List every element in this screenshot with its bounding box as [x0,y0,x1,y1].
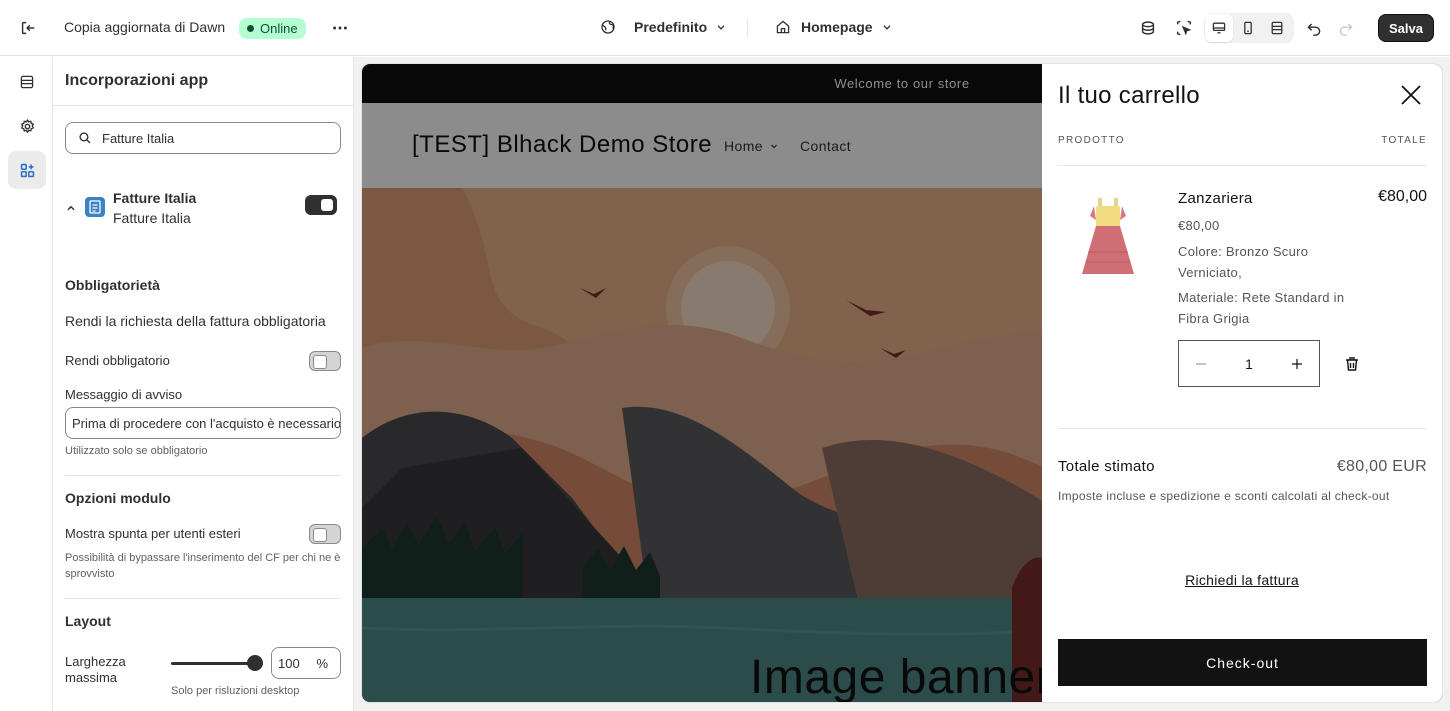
estimated-total-value: €80,00 EUR [1336,458,1427,475]
close-icon[interactable] [1400,84,1422,111]
app-embed-icon[interactable] [1134,14,1162,42]
estimated-total-label: Totale stimato [1058,458,1155,475]
warning-message-field[interactable]: Prima di procedere con l'acquisto è nece… [65,407,341,439]
required-toggle-label: Rendi obbligatorio [65,353,170,368]
chevron-down-icon [717,25,725,30]
mobile-view-icon[interactable] [1234,14,1262,42]
panel-divider [53,105,353,106]
search-icon [79,132,91,144]
preset-selector[interactable]: Predefinito [600,19,727,35]
minus-icon[interactable] [1195,358,1207,370]
editor-sidebar-rail [0,57,53,711]
max-width-input[interactable]: 100 % [271,647,341,679]
app-embeds-icon[interactable] [8,151,46,189]
globe-icon [601,20,615,34]
column-header-total: TOTALE [1381,135,1427,146]
inspector-icon[interactable] [1170,14,1198,42]
status-dot-icon [247,25,254,32]
drawer-overlay[interactable] [362,64,1042,702]
max-width-slider-thumb[interactable] [247,655,263,671]
foreign-users-help: Possibilità di bypassare l'inserimento d… [65,552,341,580]
status-badge: Online [239,18,306,39]
section-title-form-options: Opzioni modulo [65,490,171,506]
column-header-product: PRODOTTO [1058,135,1125,146]
cart-divider [1058,165,1427,166]
section-title-layout: Layout [65,613,111,629]
warning-message-label: Messaggio di avviso [65,387,183,402]
tax-note: Imposte incluse e spedizione e sconti ca… [1058,489,1390,503]
cart-title: Il tuo carrello [1058,82,1200,109]
quantity-stepper: 1 [1178,340,1320,387]
quantity-value[interactable]: 1 [1245,356,1253,372]
trash-icon[interactable] [1344,356,1360,377]
editor-topbar: Copia aggiornata di Dawn Online Predefin… [0,0,1450,56]
app-logo-icon [85,197,105,217]
product-name[interactable]: Zanzariera [1178,190,1253,207]
cart-divider [1058,428,1427,429]
status-badge-label: Online [260,21,298,36]
plus-icon[interactable] [1291,358,1303,370]
undo-icon[interactable] [1300,14,1328,42]
exit-icon[interactable] [14,14,42,42]
product-option-color: Colore: Bronzo Scuro Verniciato, [1178,244,1309,280]
home-icon [776,20,790,34]
section-title-required: Obbligatorietà [65,277,160,293]
cart-drawer: Il tuo carrello PRODOTTO TOTALE Zanzarie… [1042,64,1442,702]
storefront-preview: Welcome to our store [TEST] Blhack Demo … [362,64,1442,702]
page-selector[interactable]: Homepage [775,19,893,35]
topbar-divider [747,18,748,38]
product-price: €80,00 [1178,218,1220,233]
fullscreen-view-icon[interactable] [1263,14,1291,42]
app-embed-toggle[interactable] [305,195,337,215]
max-width-help: Solo per risluzioni desktop [171,685,300,697]
search-input[interactable]: Fatture Italia [65,122,341,154]
warning-message-help: Utilizzato solo se obbligatorio [65,445,208,457]
device-switcher [1204,13,1294,43]
save-button[interactable]: Salva [1378,14,1434,42]
max-width-unit: % [316,655,328,671]
app-embed-row: Fatture Italia Fatture Italia [65,189,341,229]
request-invoice-link[interactable]: Richiedi la fattura [1042,572,1442,588]
app-name: Fatture Italia [113,190,197,206]
foreign-users-toggle[interactable] [309,524,341,544]
more-actions-icon[interactable] [326,14,354,42]
section-divider [65,598,341,599]
panel-title: Incorporazioni app [65,72,209,89]
product-line-total: €80,00 [1378,188,1427,205]
required-description: Rendi la richiesta della fattura obbliga… [65,313,326,329]
max-width-value: 100 [278,655,300,671]
product-image[interactable] [1072,192,1144,282]
chevron-down-icon [883,25,891,30]
desktop-view-icon[interactable] [1205,14,1233,42]
max-width-label: Larghezza massima [65,654,126,685]
max-width-slider-track[interactable] [171,662,255,665]
product-option-material: Materiale: Rete Standard in Fibra Grigia [1178,290,1345,326]
preview-canvas: Welcome to our store [TEST] Blhack Demo … [354,57,1450,711]
required-toggle[interactable] [309,351,341,371]
preset-label: Predefinito [634,19,708,35]
section-divider [65,475,341,476]
app-embeds-panel: Incorporazioni app Fatture Italia Fattur… [53,57,354,711]
theme-name: Copia aggiornata di Dawn [64,19,226,35]
search-input-value: Fatture Italia [102,130,175,146]
chevron-up-icon[interactable] [65,202,77,214]
redo-icon[interactable] [1332,14,1360,42]
page-label: Homepage [801,19,873,35]
sections-icon[interactable] [8,63,46,101]
app-subtitle: Fatture Italia [113,210,191,226]
foreign-users-toggle-label: Mostra spunta per utenti esteri [65,526,241,541]
theme-settings-gear-icon[interactable] [8,107,46,145]
checkout-button[interactable]: Check-out [1058,639,1427,686]
